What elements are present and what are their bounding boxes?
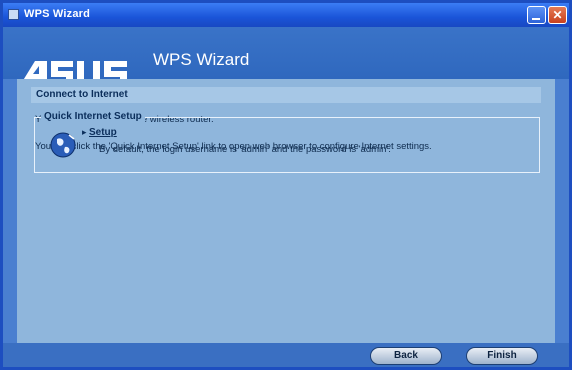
back-button[interactable]: Back bbox=[370, 347, 442, 365]
close-button[interactable]: ✕ bbox=[548, 6, 567, 24]
section-header: Connect to Internet bbox=[31, 87, 541, 103]
wps-wizard-window: WPS Wizard ✕ WPS Wizard Connect to Inter… bbox=[0, 0, 572, 370]
header-title: WPS Wizard bbox=[153, 50, 250, 69]
app-icon bbox=[8, 9, 19, 20]
setup-description: By default, the login username is 'admin… bbox=[99, 144, 391, 155]
minimize-button[interactable] bbox=[527, 6, 546, 24]
bullet-icon: ▸ bbox=[82, 127, 87, 137]
minimize-icon bbox=[532, 18, 540, 20]
header-banner: WPS Wizard bbox=[3, 27, 569, 87]
setup-link[interactable]: Setup bbox=[89, 127, 117, 138]
title-bar[interactable]: WPS Wizard ✕ bbox=[3, 3, 569, 27]
finish-button[interactable]: Finish bbox=[466, 347, 538, 365]
group-legend: Quick Internet Setup bbox=[41, 111, 145, 122]
window-title: WPS Wizard bbox=[24, 8, 91, 20]
section-title: Connect to Internet bbox=[36, 89, 128, 100]
globe-icon bbox=[50, 132, 76, 158]
close-icon: ✕ bbox=[552, 8, 563, 22]
